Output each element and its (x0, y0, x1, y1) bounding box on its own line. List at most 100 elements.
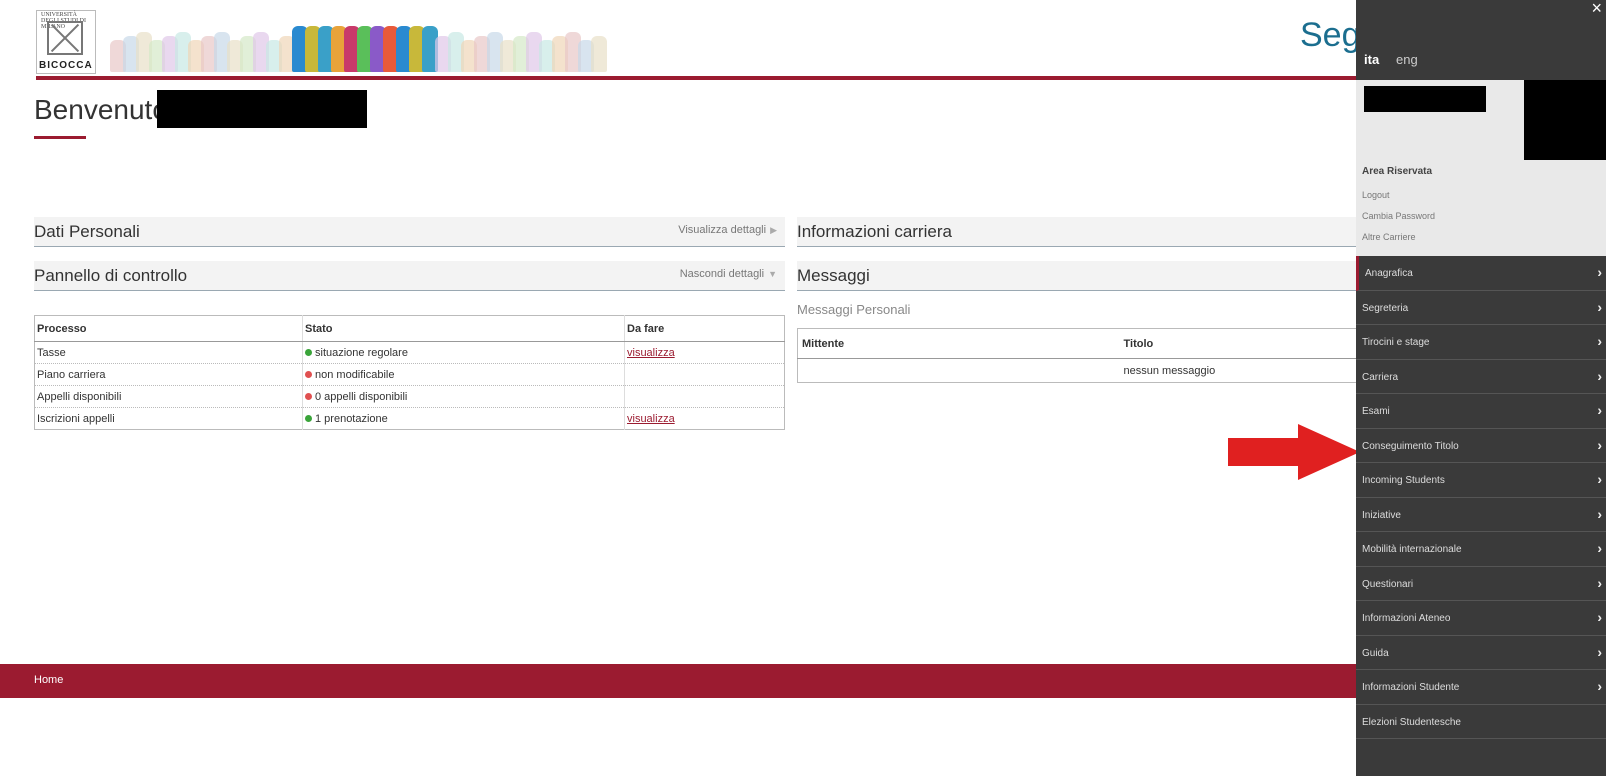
sidebar-item-questionari[interactable]: Questionari › (1356, 566, 1606, 601)
toggle-details-label[interactable]: Visualizza dettagli (678, 224, 766, 236)
messages-table: Mittente Titolo nessun messaggio (797, 328, 1357, 383)
red-arrow-annotation-icon (1228, 424, 1360, 480)
action-cell (624, 363, 785, 386)
column-header: Mittente (797, 328, 1120, 359)
sidebar-item-mobilit-internazionale[interactable]: Mobilità internazionale › (1356, 532, 1606, 567)
sidebar-item-carriera[interactable]: Carriera › (1356, 359, 1606, 394)
green-status-dot-icon (305, 415, 312, 423)
chevron-right-icon: › (1597, 367, 1602, 384)
column-header: Processo (34, 315, 303, 342)
sidebar-item-label: Segreteria (1362, 302, 1409, 314)
panel-informazioni-carriera[interactable]: Informazioni carriera (797, 217, 1357, 247)
page-title: Benvenuto (34, 94, 168, 125)
sidebar-header: × ita eng (1356, 0, 1606, 80)
panel-title: Dati Personali (34, 222, 140, 241)
language-ita-link[interactable]: ita (1364, 52, 1379, 67)
chevron-right-icon: › (1597, 436, 1602, 453)
chevron-right-icon: › (1597, 298, 1602, 315)
table-header-row: Mittente Titolo (797, 328, 1357, 359)
table-row: Piano carriera non modificabile (34, 363, 785, 386)
sidebar-item-elezioni-studentesche[interactable]: Elezioni Studentesche (1356, 704, 1606, 739)
process-cell: Tasse (34, 341, 303, 364)
panel-title: Informazioni carriera (797, 222, 952, 241)
triangle-right-icon: ▶ (770, 225, 777, 235)
red-status-dot-icon (305, 371, 312, 379)
panel-title: Pannello di controllo (34, 266, 188, 285)
status-cell: 0 appelli disponibili (302, 385, 625, 408)
sidebar-item-label: Anagrafica (1365, 268, 1413, 279)
process-table: Processo Stato Da fare Tasse situazione r… (34, 315, 785, 430)
visualizza-link[interactable]: visualizza (627, 413, 675, 425)
sidebar-item-esami[interactable]: Esami › (1356, 394, 1606, 429)
sidebar-item-label: Informazioni Ateneo (1362, 613, 1451, 624)
footer-home-link[interactable]: Home (34, 674, 63, 686)
status-cell: situazione regolare (302, 341, 625, 364)
sidebar-item-guida[interactable]: Guida › (1356, 635, 1606, 670)
sidebar-item-label: Guida (1362, 647, 1389, 659)
panel-messaggi[interactable]: Messaggi (797, 261, 1357, 291)
change-password-link[interactable]: Cambia Password (1362, 211, 1435, 221)
sidebar-item-label: Elezioni Studentesche (1362, 716, 1461, 728)
reserved-area-title: Area Riservata (1362, 166, 1433, 177)
column-header: Da fare (624, 315, 785, 342)
red-status-dot-icon (305, 393, 312, 401)
chevron-right-icon: › (1597, 540, 1602, 556)
sidebar-item-label: Esami (1362, 406, 1390, 417)
green-status-dot-icon (305, 349, 312, 357)
table-row: nessun messaggio (798, 359, 1357, 383)
chevron-right-icon: › (1597, 333, 1602, 349)
chevron-right-icon: › (1597, 574, 1602, 591)
logout-link[interactable]: Logout (1362, 190, 1390, 200)
sidebar-item-label: Mobilità internazionale (1362, 544, 1462, 555)
logo-mark-icon (47, 21, 83, 55)
status-text: 0 appelli disponibili (315, 390, 408, 403)
sidebar-item-label: Questionari (1362, 578, 1414, 590)
table-row: Iscrizioni appelli 1 prenotazione visualiz… (34, 407, 785, 430)
status-cell: 1 prenotazione (302, 407, 625, 430)
sidebar-item-label: Carriera (1362, 371, 1399, 383)
sidebar-item-label: Conseguimento Titolo (1362, 440, 1459, 452)
sidebar-item-label: Incoming Students (1362, 475, 1445, 486)
sidebar-nav: Anagrafica › Segreteria › Tirocini e stage › C… (1356, 256, 1606, 739)
sidebar-item-label: Informazioni Studente (1362, 682, 1460, 693)
sidebar-item-label: Tirocini e stage (1362, 337, 1430, 348)
status-text: 1 prenotazione (315, 412, 388, 425)
redacted-username (157, 90, 367, 128)
sidebar-item-tirocini-e-stage[interactable]: Tirocini e stage › (1356, 325, 1606, 360)
logo-text: BICOCCA (39, 60, 93, 71)
table-header-row: Processo Stato Da fare (34, 315, 785, 342)
action-cell: visualizza (624, 407, 785, 430)
sidebar-item-informazioni-studente[interactable]: Informazioni Studente › (1356, 670, 1606, 705)
chevron-right-icon: › (1597, 609, 1602, 625)
sidebar-item-conseguimento-titolo[interactable]: Conseguimento Titolo › (1356, 428, 1606, 463)
process-cell: Iscrizioni appelli (34, 407, 303, 430)
crowd-figure (591, 36, 607, 72)
panel-dati-personali: Dati Personali Visualizza dettagli ▶ (34, 217, 785, 247)
footer-bar: Home (0, 664, 1366, 698)
toggle-details-link[interactable]: Visualizza dettagli ▶ (678, 224, 777, 236)
chevron-right-icon: › (1597, 402, 1602, 418)
sidebar-item-iniziative[interactable]: Iniziative › (1356, 497, 1606, 532)
other-careers-link[interactable]: Altre Carriere (1362, 232, 1416, 242)
status-text: non modificabile (315, 368, 395, 381)
panel-pannello-controllo: Pannello di controllo Nascondi dettagli ▼ (34, 261, 785, 291)
university-logo[interactable]: UNIVERSITÀ DEGLI STUDI DI MILANO BICOCCA (36, 10, 96, 74)
close-icon[interactable]: × (1591, 0, 1602, 19)
messages-subtitle: Messaggi Personali (797, 302, 911, 317)
action-cell (624, 385, 785, 408)
toggle-details-label[interactable]: Nascondi dettagli (680, 268, 764, 280)
chevron-right-icon: › (1597, 264, 1602, 280)
sidebar-item-segreteria[interactable]: Segreteria › (1356, 290, 1606, 325)
empty-message: nessun messaggio (1123, 364, 1216, 377)
process-cell: Appelli disponibili (34, 385, 303, 408)
panel-title: Messaggi (797, 266, 870, 285)
language-eng-link[interactable]: eng (1396, 52, 1418, 67)
crowd-banner-image (110, 18, 620, 72)
sidebar-item-incoming-students[interactable]: Incoming Students › (1356, 463, 1606, 498)
redacted-user-photo (1524, 80, 1606, 160)
visualizza-link[interactable]: visualizza (627, 347, 675, 359)
sidebar-item-anagrafica[interactable]: Anagrafica › (1356, 256, 1606, 291)
column-header: Stato (302, 315, 625, 342)
toggle-details-link[interactable]: Nascondi dettagli ▼ (680, 268, 777, 280)
sidebar-item-informazioni-ateneo[interactable]: Informazioni Ateneo › (1356, 601, 1606, 636)
